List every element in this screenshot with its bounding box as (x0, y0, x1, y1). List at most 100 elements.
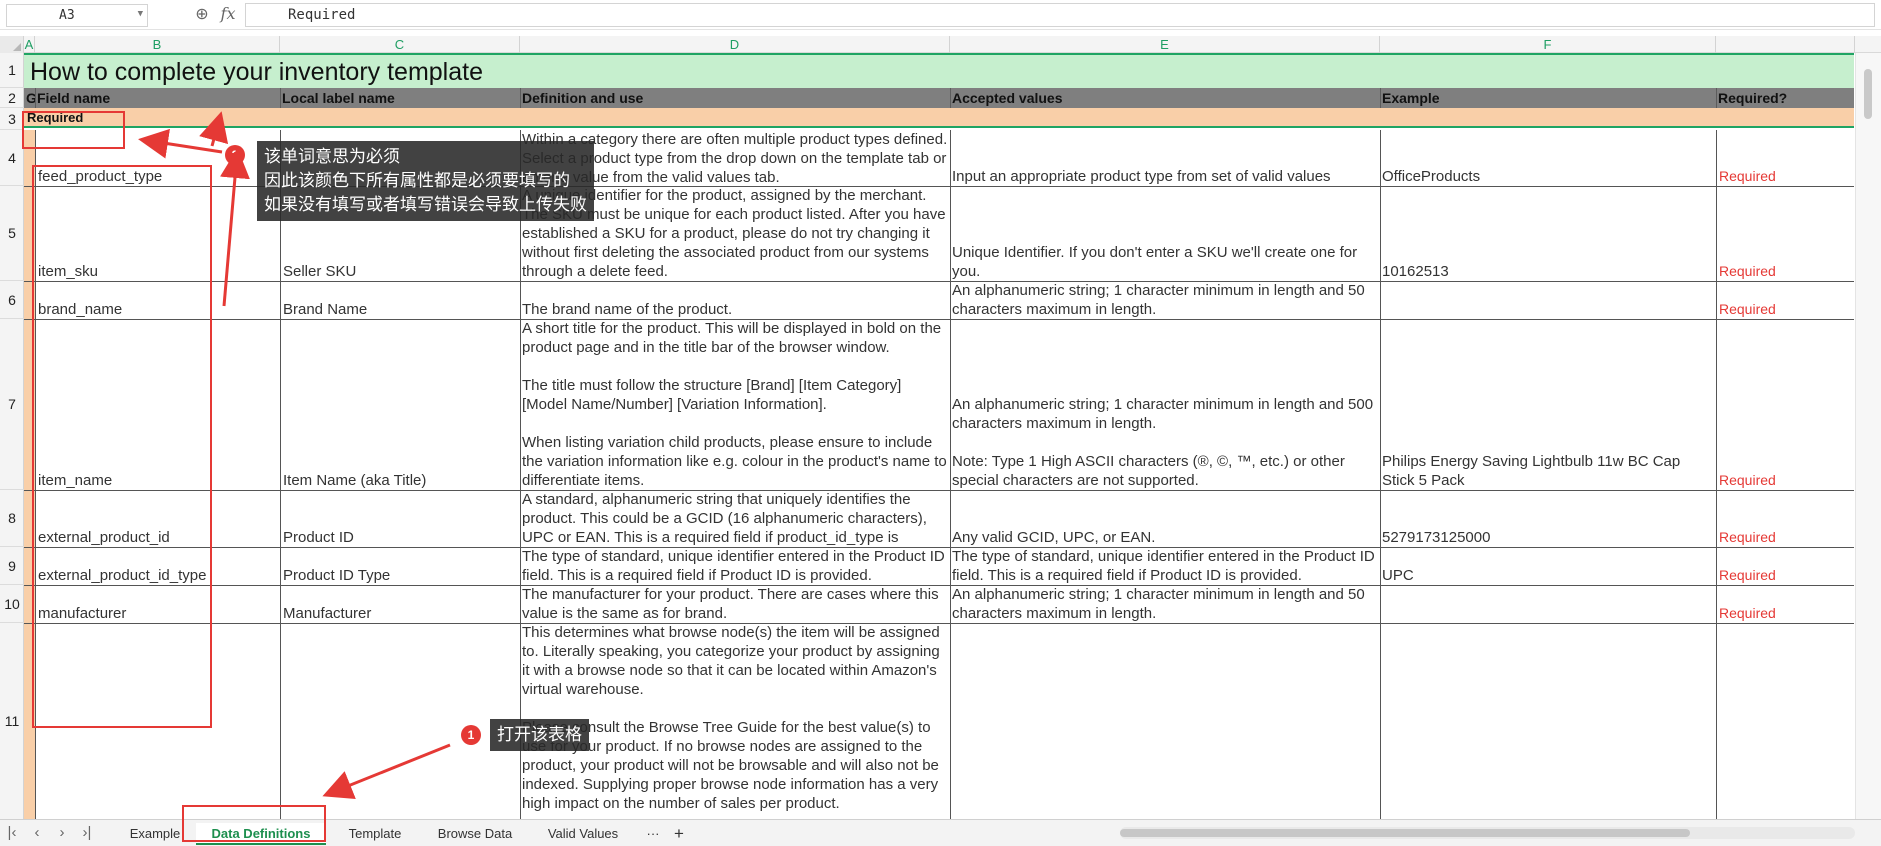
header-required: Required? (1718, 90, 1788, 106)
definition-cell: The type of standard, unique identifier … (522, 548, 945, 584)
row-header-4[interactable]: 4 (0, 130, 24, 186)
local-label-cell: Brand Name (283, 301, 368, 318)
row-header-1[interactable]: 1 (0, 53, 24, 88)
local-label-cell: Item Name (aka Title) (283, 472, 427, 489)
title-row[interactable]: How to complete your inventory template (24, 53, 1854, 88)
callout-line: 因此该颜色下所有属性都是必须要填写的 (264, 171, 570, 191)
row-header-2[interactable]: 2 (0, 88, 24, 108)
accepted-values-cell: An alphanumeric string; 1 character mini… (952, 282, 1365, 318)
callout-open-sheet: 打开该表格 (490, 719, 589, 751)
accepted-paragraph: An alphanumeric string; 1 character mini… (952, 396, 1374, 432)
highlight-data-definitions-tab (182, 805, 326, 842)
formula-input[interactable]: Required (245, 3, 1875, 27)
accepted-values-cell: An alphanumeric string; 1 character mini… (952, 586, 1365, 622)
definition-paragraph: This determines what browse node(s) the … (522, 624, 940, 698)
definition-paragraph: The title must follow the structure [Bra… (522, 377, 902, 413)
example-cell (1382, 585, 1714, 623)
horizontal-scroll-thumb[interactable] (1120, 829, 1690, 837)
column-header-f[interactable]: F (1380, 36, 1716, 53)
header-row[interactable]: Gr Field name Local label name Definitio… (24, 88, 1854, 108)
row-header-7[interactable]: 7 (0, 319, 24, 490)
example-cell (1382, 281, 1714, 319)
fx-icon[interactable]: fx (218, 4, 238, 26)
add-sheet-icon[interactable]: + (666, 823, 692, 845)
accepted-values-cell: Input an appropriate product type from s… (952, 168, 1331, 185)
more-tabs-icon[interactable]: ··· (640, 823, 666, 845)
required-section-row[interactable]: Required (24, 108, 1854, 128)
header-local-label: Local label name (282, 90, 395, 106)
column-header-d[interactable]: D (520, 36, 950, 53)
column-header-bar: A B C D E F (0, 36, 1881, 53)
example-cell (1382, 623, 1714, 819)
last-sheet-icon[interactable]: ›| (78, 824, 96, 842)
definition-paragraph: A short title for the product. This will… (522, 320, 942, 356)
tab-example[interactable]: Example (120, 823, 190, 845)
row-header-10[interactable]: 10 (0, 585, 24, 623)
vertical-scroll-thumb[interactable] (1864, 69, 1872, 119)
select-all-corner[interactable] (0, 36, 24, 53)
header-field-name: Field name (37, 90, 111, 106)
table-row[interactable]: external_product_id Product ID A standar… (24, 490, 1854, 547)
definition-cell: The brand name of the product. (522, 301, 733, 318)
header-group: Gr (26, 90, 35, 106)
header-accepted: Accepted values (952, 90, 1063, 106)
column-header-c[interactable]: C (280, 36, 520, 53)
table-row[interactable]: brand_name Brand Name The brand name of … (24, 281, 1854, 319)
row-header-11[interactable]: 11 (0, 623, 24, 819)
required-cell: Required (1719, 472, 1776, 488)
row-header-8[interactable]: 8 (0, 490, 24, 547)
row-header-9[interactable]: 9 (0, 547, 24, 585)
first-sheet-icon[interactable]: |‹ (3, 824, 21, 842)
column-header-e[interactable]: E (950, 36, 1380, 53)
definition-cell: The manufacturer for your product. There… (522, 586, 939, 622)
table-row[interactable]: item_name Item Name (aka Title) A short … (24, 319, 1854, 490)
step-badge-1: 1 (461, 725, 481, 745)
next-sheet-icon[interactable]: › (53, 824, 71, 842)
sheet-title: How to complete your inventory template (30, 58, 483, 86)
required-cell: Required (1719, 567, 1776, 583)
required-cell (1719, 623, 1849, 819)
table-row[interactable]: This determines what browse node(s) the … (24, 623, 1854, 819)
zoom-icon[interactable]: ⊕ (192, 5, 212, 25)
column-header-g[interactable] (1716, 36, 1855, 53)
required-cell: Required (1719, 529, 1776, 545)
required-cell: Required (1719, 263, 1776, 279)
horizontal-scrollbar[interactable] (1120, 827, 1855, 839)
name-box[interactable]: A3 ▼ (6, 4, 148, 27)
example-cell: Philips Energy Saving Lightbulb 11w BC C… (1382, 453, 1681, 489)
required-cell: Required (1719, 301, 1776, 317)
row-header-5[interactable]: 5 (0, 186, 24, 281)
definition-cell: A standard, alphanumeric string that uni… (522, 491, 927, 546)
column-header-a[interactable]: A (24, 36, 35, 53)
accepted-values-cell: The type of standard, unique identifier … (952, 548, 1375, 584)
chevron-down-icon[interactable]: ▼ (138, 9, 143, 19)
required-cell: Required (1719, 605, 1776, 621)
tab-browse-data[interactable]: Browse Data (424, 823, 526, 845)
definition-cell: A short title for the product. This will… (522, 319, 948, 490)
callout-line: 如果没有填写或者填写错误会导致上传失败 (264, 195, 587, 215)
tab-valid-values[interactable]: Valid Values (532, 823, 634, 845)
example-cell: OfficeProducts (1382, 168, 1481, 185)
accepted-values-cell (952, 623, 1378, 819)
required-cell: Required (1719, 168, 1776, 184)
local-label-cell (283, 623, 518, 819)
prev-sheet-icon[interactable]: ‹ (28, 824, 46, 842)
accepted-values-cell: Any valid GCID, UPC, or EAN. (952, 529, 1156, 546)
accepted-values-cell: Unique Identifier. If you don't enter a … (952, 244, 1358, 280)
step-badge-2: 2 (225, 145, 245, 165)
vertical-scrollbar[interactable] (1855, 53, 1881, 819)
formula-bar: A3 ▼ ⊕ fx Required (0, 0, 1881, 30)
accepted-values-cell: An alphanumeric string; 1 character mini… (952, 319, 1378, 490)
highlight-required-cell (22, 111, 125, 149)
row-header-3[interactable]: 3 (0, 108, 24, 130)
row-header-bar: 1 2 3 4 5 6 7 8 9 10 11 (0, 53, 24, 819)
column-header-b[interactable]: B (35, 36, 280, 53)
example-cell: UPC (1382, 567, 1414, 584)
row-header-6[interactable]: 6 (0, 281, 24, 319)
header-definition: Definition and use (522, 90, 644, 106)
table-row[interactable]: external_product_id_type Product ID Type… (24, 547, 1854, 585)
callout-line: 该单词意思为必须 (264, 147, 400, 167)
tab-template[interactable]: Template (332, 823, 418, 845)
table-row[interactable]: manufacturer Manufacturer The manufactur… (24, 585, 1854, 623)
local-label-cell: Manufacturer (283, 605, 372, 622)
